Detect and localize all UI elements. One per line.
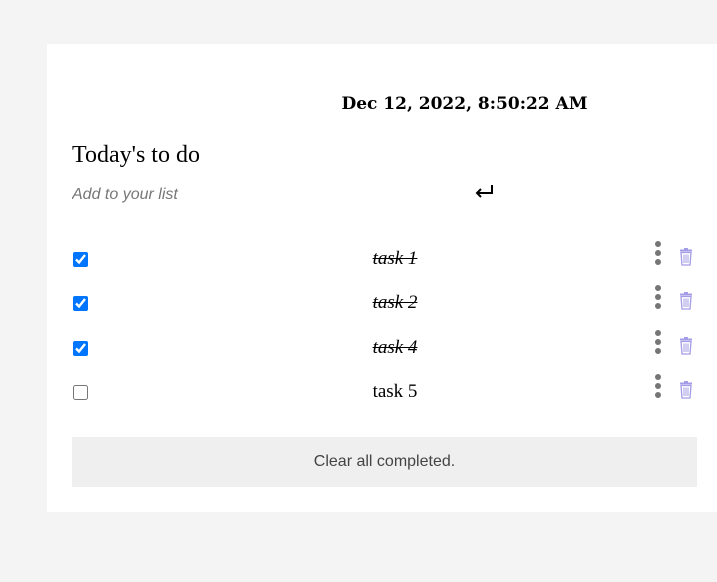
- task-row: task 5: [72, 374, 702, 419]
- task-label: task 5: [372, 381, 418, 402]
- trash-icon[interactable]: [679, 248, 693, 266]
- more-vertical-icon[interactable]: [653, 374, 663, 404]
- list-title: Today's to do: [72, 142, 200, 168]
- task-label: task 4: [372, 337, 418, 358]
- trash-icon[interactable]: [679, 337, 693, 355]
- more-vertical-icon[interactable]: [653, 330, 663, 360]
- task-row: task 4: [72, 330, 702, 375]
- trash-icon[interactable]: [679, 292, 693, 310]
- task-row: task 2: [72, 285, 702, 330]
- enter-return-arrow-icon[interactable]: [472, 180, 496, 204]
- task-label: task 1: [372, 248, 418, 269]
- more-vertical-icon[interactable]: [653, 285, 663, 315]
- more-vertical-icon[interactable]: [653, 241, 663, 271]
- task-row: task 1: [72, 241, 702, 286]
- task-label: task 2: [372, 292, 418, 313]
- todo-card: Dec 12, 2022, 8:50:22 AM Today's to do t…: [47, 44, 717, 512]
- clear-completed-button[interactable]: Clear all completed.: [72, 437, 697, 487]
- add-task-input[interactable]: [72, 183, 462, 207]
- trash-icon[interactable]: [679, 381, 693, 399]
- current-datetime: Dec 12, 2022, 8:50:22 AM: [341, 94, 588, 114]
